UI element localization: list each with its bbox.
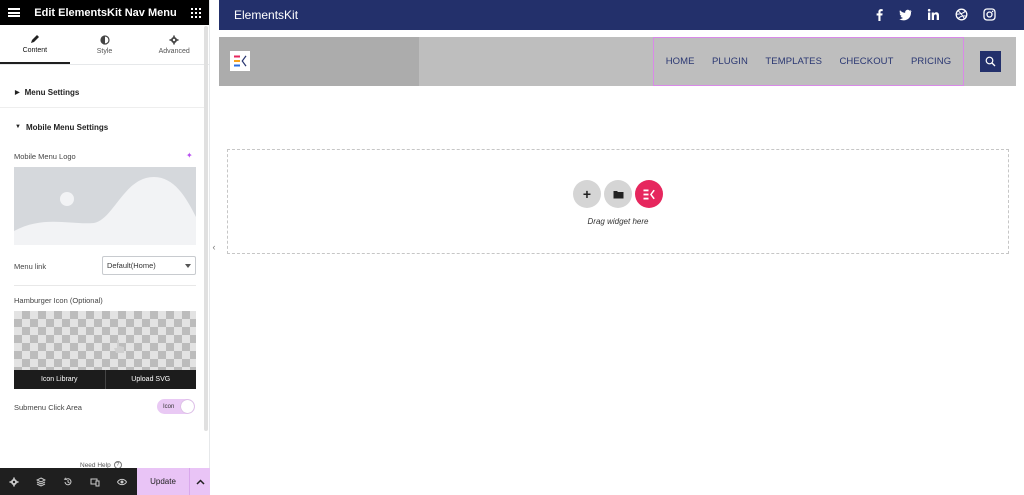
chevron-down-icon [185, 263, 191, 268]
panel-scrollbar[interactable] [204, 26, 208, 431]
hand-pointer-icon [114, 340, 124, 353]
facebook-icon[interactable] [873, 8, 886, 21]
panel-title: Edit ElementsKit Nav Menu [34, 6, 177, 19]
hamburger-icon-picker[interactable]: Icon Library Upload SVG [14, 311, 196, 389]
mobile-logo-image-picker[interactable] [14, 167, 196, 245]
ai-sparkle-icon[interactable]: ✦ [186, 151, 195, 160]
instagram-icon[interactable] [983, 8, 996, 21]
layers-icon[interactable] [27, 468, 54, 495]
folder-icon [613, 190, 623, 198]
update-button[interactable]: Update [137, 468, 189, 495]
chevron-up-icon [195, 478, 205, 485]
responsive-icon[interactable] [81, 468, 108, 495]
elementskit-library-button[interactable] [635, 180, 663, 208]
elementskit-logo[interactable] [230, 51, 250, 71]
panel-tabs: Content Style Advanced [0, 25, 209, 65]
section-mobile-menu-settings[interactable]: ▼ Mobile Menu Settings [0, 112, 204, 142]
nav-item-pricing[interactable]: PRICING [911, 56, 951, 67]
menu-link-value: Default(Home) [107, 261, 156, 270]
plus-icon: + [582, 186, 592, 202]
tab-advanced[interactable]: Advanced [139, 25, 209, 64]
section-menu-settings[interactable]: ▶ Menu Settings [0, 78, 204, 108]
icon-library-button[interactable]: Icon Library [14, 370, 105, 389]
half-circle-icon [99, 34, 110, 45]
submenu-click-area-toggle[interactable]: Icon [157, 399, 195, 414]
search-icon [985, 56, 996, 67]
settings-icon[interactable] [0, 468, 27, 495]
tab-advanced-label: Advanced [158, 47, 190, 55]
add-section-button[interactable]: + [573, 180, 601, 208]
tab-style-label: Style [96, 47, 113, 55]
add-template-button[interactable] [604, 180, 632, 208]
drag-widget-text: Drag widget here [587, 217, 649, 226]
section-menu-settings-label: Menu Settings [24, 88, 80, 97]
site-brand: ElementsKit [234, 8, 299, 22]
mobile-logo-label: Mobile Menu Logo [14, 152, 76, 161]
caret-right-icon: ▶ [15, 90, 20, 96]
nav-item-plugin[interactable]: PLUGIN [712, 56, 748, 67]
linkedin-icon[interactable] [927, 8, 940, 21]
update-options-button[interactable] [189, 468, 210, 495]
eye-icon[interactable] [108, 468, 135, 495]
history-icon[interactable] [54, 468, 81, 495]
nav-item-templates[interactable]: TEMPLATES [765, 56, 822, 67]
submenu-click-area-value: Icon [163, 403, 175, 410]
section-mobile-menu-settings-label: Mobile Menu Settings [25, 122, 109, 132]
pencil-icon [30, 34, 39, 43]
menu-link-select[interactable]: Default(Home) [102, 256, 196, 275]
twitter-icon[interactable] [899, 8, 912, 21]
nav-menu-widget[interactable]: HOME PLUGIN TEMPLATES CHECKOUT PRICING [219, 37, 1016, 86]
tab-content-label: Content [22, 46, 48, 54]
toggle-knob [181, 400, 194, 413]
image-placeholder-icon [14, 167, 196, 245]
panel-header: Edit ElementsKit Nav Menu [0, 0, 209, 25]
divider [14, 285, 196, 286]
hamburger-icon-label: Hamburger Icon (Optional) [14, 296, 103, 305]
gear-icon [169, 35, 179, 44]
panel-footer: Update [0, 468, 210, 495]
editor-panel: Edit ElementsKit Nav Menu Content Style … [0, 0, 210, 495]
menu-link-label: Menu link [14, 262, 47, 271]
widget-drop-zone[interactable]: + Drag widget here [227, 149, 1009, 254]
dribbble-icon[interactable] [955, 8, 968, 21]
elementskit-logo-icon [234, 55, 247, 67]
elementskit-icon [643, 189, 655, 199]
tab-content[interactable]: Content [0, 25, 70, 64]
collapse-panel-icon[interactable]: ‹ [210, 238, 218, 256]
hamburger-menu-icon[interactable] [8, 8, 20, 17]
nav-item-checkout[interactable]: CHECKOUT [839, 56, 893, 67]
submenu-click-area-label: Submenu Click Area [14, 403, 82, 412]
caret-down-icon: ▼ [15, 124, 21, 130]
nav-search-button[interactable] [980, 51, 1001, 72]
upload-svg-button[interactable]: Upload SVG [104, 370, 196, 389]
widgets-grid-icon[interactable] [190, 7, 201, 18]
nav-menu-items: HOME PLUGIN TEMPLATES CHECKOUT PRICING [653, 37, 964, 86]
nav-item-home[interactable]: HOME [666, 56, 695, 67]
tab-style[interactable]: Style [70, 25, 140, 64]
